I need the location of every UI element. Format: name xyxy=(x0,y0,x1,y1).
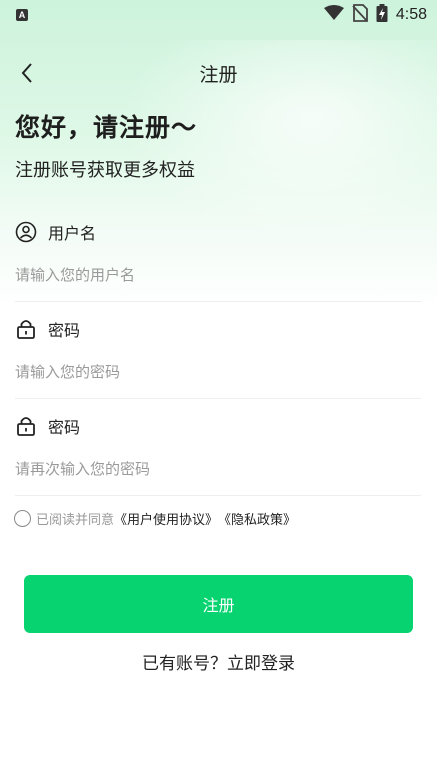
status-bar: A 4:58 xyxy=(0,0,437,30)
welcome-subheadline: 注册账号获取更多权益 xyxy=(15,160,195,181)
password-label: 密码 xyxy=(48,321,81,340)
page-title: 注册 xyxy=(199,64,238,86)
username-input[interactable] xyxy=(15,260,415,290)
password-field: 密码 xyxy=(15,317,421,399)
username-field: 用户名 xyxy=(15,220,421,302)
login-link[interactable]: 已有账号？立即登录 xyxy=(0,649,437,674)
app-notification-icon: A xyxy=(16,9,28,21)
wifi-icon xyxy=(323,5,344,25)
no-sim-icon xyxy=(352,4,368,26)
username-label: 用户名 xyxy=(48,224,97,243)
status-time: 4:58 xyxy=(395,6,427,23)
nav-bar: 注册 xyxy=(0,52,437,92)
battery-charging-icon xyxy=(376,4,388,26)
welcome-headline: 您好，请注册～ xyxy=(15,113,198,142)
agreement-row: 已阅读并同意 《用户使用协议》 《隐私政策》 xyxy=(14,509,296,528)
confirm-password-field: 密码 xyxy=(15,414,421,496)
privacy-policy-link[interactable]: 《隐私政策》 xyxy=(218,509,296,528)
agreement-checkbox[interactable] xyxy=(14,510,31,527)
confirm-password-label: 密码 xyxy=(48,418,81,437)
user-circle-icon xyxy=(15,221,37,243)
agreement-prefix: 已阅读并同意 xyxy=(36,513,115,528)
password-input[interactable] xyxy=(15,357,415,387)
lock-icon xyxy=(15,318,37,340)
user-agreement-link[interactable]: 《用户使用协议》 xyxy=(114,509,218,528)
lock-icon xyxy=(15,415,37,437)
confirm-password-input[interactable] xyxy=(15,454,415,484)
register-button[interactable]: 注册 xyxy=(24,575,413,633)
